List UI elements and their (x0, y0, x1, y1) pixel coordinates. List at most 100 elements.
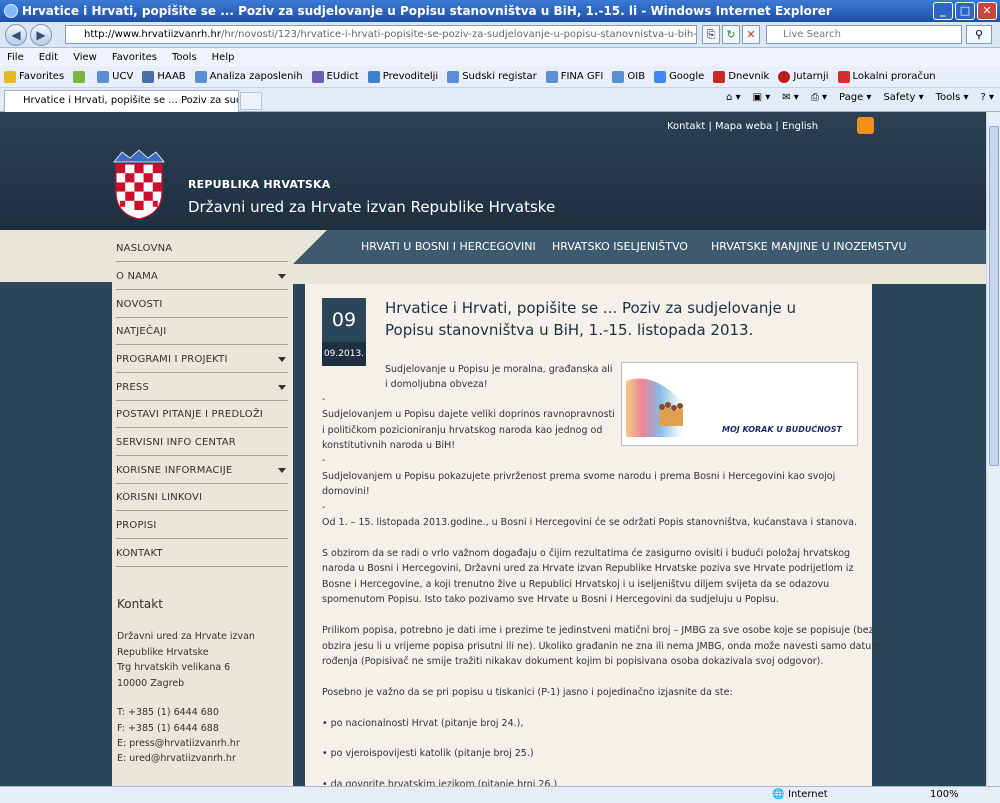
safety-menu[interactable]: Safety ▾ (883, 92, 923, 103)
favorite-link[interactable]: HAAB (142, 70, 186, 83)
scrollbar-thumb[interactable] (989, 126, 999, 466)
top-links[interactable]: Kontakt | Mapa weba | English (667, 121, 818, 132)
menu-favorites[interactable]: Favorites (112, 52, 157, 63)
menu-tools[interactable]: Tools (172, 52, 197, 63)
favorites-bar: Favorites UCV HAAB Analiza zaposlenih EU… (0, 66, 1000, 88)
article-line: S obzirom da se radi o vrlo važnom događ… (322, 548, 851, 559)
article-line: Sudjelovanjem u Popisu pokazujete privrž… (322, 471, 836, 482)
security-zone: Internet (788, 789, 828, 800)
sidebar-item-naslovna[interactable]: NASLOVNA (116, 235, 288, 262)
chevron-down-icon (278, 274, 286, 279)
vertical-scrollbar[interactable] (986, 112, 1000, 786)
back-button[interactable]: ◀ (5, 24, 27, 46)
tab-current[interactable]: Hrvatice i Hrvati, popišite se ... Poziv… (4, 90, 239, 112)
article-line: i domoljubna obveza! (385, 379, 488, 390)
sidebar-item-o-nama[interactable]: O NAMA (116, 263, 288, 290)
date-badge: 09 09.2013. (322, 298, 366, 366)
sidebar-item-pitanje[interactable]: POSTAVI PITANJE I PREDLOŽI (116, 401, 288, 428)
new-tab-button[interactable] (240, 92, 262, 110)
office-title[interactable]: Državni ured za Hrvate izvan Republike H… (188, 198, 555, 216)
sidebar-item-korisne-informacije[interactable]: KORISNE INFORMACIJE (116, 457, 288, 484)
menu-view[interactable]: View (73, 52, 97, 63)
favorite-link[interactable]: Dnevnik (713, 70, 769, 83)
favorite-link[interactable]: EUdict (311, 70, 359, 83)
sidebar: NASLOVNA O NAMA NOVOSTI NATJEČAJI PROGRA… (112, 230, 293, 786)
address-toolbar: ◀ ▶ http://www.hrvatiizvanrh.hr/hr/novos… (0, 22, 1000, 48)
nav-iseljenistvo[interactable]: HRVATSKO ISELJENIŠTVO (552, 240, 688, 253)
compatibility-icon[interactable]: ⎘ (702, 25, 720, 44)
contact-phone: T: +385 (1) 6444 680 (117, 707, 219, 718)
menu-edit[interactable]: Edit (39, 52, 58, 63)
mail-icon[interactable]: ✉ ▾ (782, 92, 799, 103)
rss-icon[interactable] (857, 117, 874, 134)
article-line: spomenutom Popisu. Isto tako pozivamo sv… (322, 594, 779, 605)
home-icon[interactable]: ⌂ ▾ (726, 92, 741, 103)
article-line: obzira jesu li u vrijeme popisa prisutni… (322, 641, 881, 652)
status-bar: 🌐 Internet 100% (0, 786, 1000, 803)
menu-help[interactable]: Help (212, 52, 235, 63)
article-line: Posebno je važno da se pri popisu u tisk… (322, 687, 733, 698)
print-icon[interactable]: ⎙ ▾ (811, 92, 827, 103)
nav-corner-divider (293, 230, 327, 264)
forward-button[interactable]: ▶ (30, 24, 52, 46)
sidebar-item-servisni[interactable]: SERVISNI INFO CENTAR (116, 429, 288, 456)
search-input[interactable]: Live Search (766, 25, 962, 44)
article-line: Od 1. – 15. listopada 2013.godine., u Bo… (322, 517, 857, 528)
internet-zone-icon: 🌐 (772, 789, 785, 800)
article-line: i političkom pozicioniranju hrvatskog na… (322, 425, 603, 436)
search-icon[interactable]: ⚲ (966, 25, 992, 44)
contact-line: Trg hrvatskih velikana 6 (117, 662, 231, 673)
nav-manjine[interactable]: HRVATSKE MANJINE U INOZEMSTVU (711, 240, 907, 253)
add-favorite-icon[interactable] (73, 70, 88, 83)
article-bullet: • po vjeroispovijesti katolik (pitanje b… (322, 748, 534, 759)
maximize-button[interactable]: □ (955, 2, 975, 20)
close-window-button[interactable]: ✕ (977, 2, 997, 20)
favorite-link[interactable]: Analiza zaposlenih (194, 70, 303, 83)
favorite-link[interactable]: Google (654, 70, 704, 83)
census-banner-graphic (626, 378, 683, 437)
chevron-down-icon (278, 385, 286, 390)
tab-bar: Hrvatice i Hrvati, popišite se ... Poziv… (0, 88, 1000, 112)
sidebar-item-kontakt[interactable]: KONTAKT (116, 540, 288, 567)
sidebar-item-natjecaji[interactable]: NATJEČAJI (116, 318, 288, 345)
favorite-link[interactable]: OIB (612, 70, 645, 83)
contact-line: 10000 Zagreb (117, 678, 185, 689)
favorite-link[interactable]: UCV (97, 70, 133, 83)
refresh-button[interactable]: ↻ (722, 25, 740, 44)
article-line: konstitutivnih naroda u BiH! (322, 440, 456, 451)
contact-email[interactable]: E: press@hrvatiizvanrh.hr (117, 738, 240, 749)
nav-bih[interactable]: HRVATI U BOSNI I HERCEGOVINI (361, 240, 536, 253)
favorite-link[interactable]: Sudski registar (447, 70, 537, 83)
menu-file[interactable]: File (7, 52, 24, 63)
favorite-link[interactable]: FINA GFI (545, 70, 603, 83)
tools-menu[interactable]: Tools ▾ (936, 92, 969, 103)
help-icon[interactable]: ? ▾ (980, 92, 994, 103)
article-content (305, 284, 872, 786)
favorites-button[interactable]: Favorites (4, 70, 64, 83)
minimize-button[interactable]: _ (933, 2, 953, 20)
favorite-link[interactable]: Prevoditelji (367, 70, 438, 83)
feeds-icon[interactable]: ▣ ▾ (753, 92, 771, 103)
menu-bar: File Edit View Favorites Tools Help (0, 48, 1000, 66)
article-bullet: • da govorite hrvatskim jezikom (pitanje… (322, 779, 558, 786)
sidebar-item-linkovi[interactable]: KORISNI LINKOVI (116, 484, 288, 511)
contact-email[interactable]: E: ured@hrvatiizvanrh.hr (117, 753, 236, 764)
sidebar-item-programi[interactable]: PROGRAMI I PROJEKTI (116, 346, 288, 373)
article-title: Hrvatice i Hrvati, popišite se ... Poziv… (385, 299, 797, 339)
article-line: Sudjelovanjem u Popisu dajete veliki dop… (322, 409, 615, 420)
sidebar-item-propisi[interactable]: PROPISI (116, 512, 288, 539)
chevron-down-icon (278, 468, 286, 473)
favorite-link[interactable]: Jutarnji (778, 70, 829, 83)
zoom-level[interactable]: 100% (930, 789, 959, 800)
chevron-down-icon (278, 357, 286, 362)
stop-button[interactable]: ✕ (742, 25, 760, 44)
star-icon (4, 70, 16, 83)
contact-line: Republike Hrvatske (117, 647, 209, 658)
contact-line: Državni ured za Hrvate izvan (117, 631, 255, 642)
favorite-link[interactable]: Lokalni proračun (837, 70, 936, 83)
sidebar-item-novosti[interactable]: NOVOSTI (116, 291, 288, 318)
sidebar-item-press[interactable]: PRESS (116, 374, 288, 401)
article-line: Bosne i Hercegovine, a koji trenutno živ… (322, 579, 830, 590)
page-menu[interactable]: Page ▾ (839, 92, 871, 103)
address-field[interactable]: http://www.hrvatiizvanrh.hr/hr/novosti/1… (65, 25, 697, 44)
